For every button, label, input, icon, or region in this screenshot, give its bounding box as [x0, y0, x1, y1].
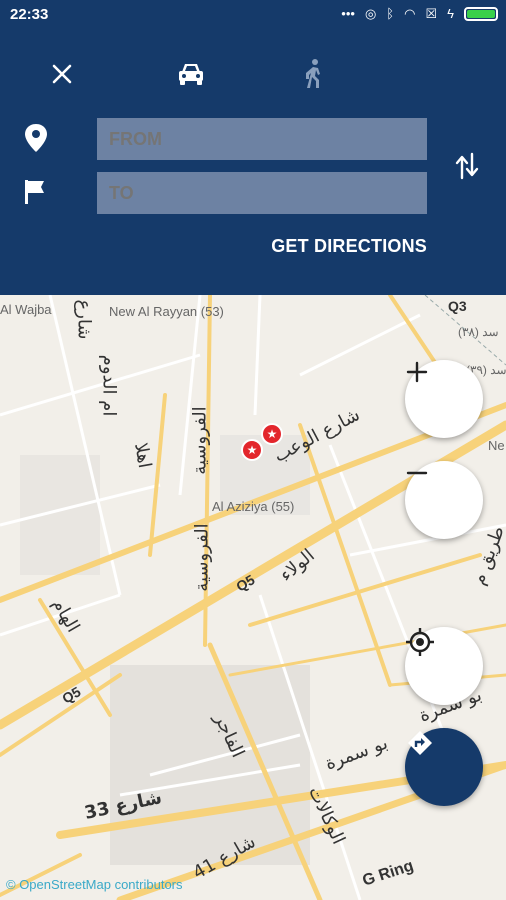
zoom-out-button[interactable]	[405, 461, 483, 539]
osm-attribution-link[interactable]: © OpenStreetMap contributors	[6, 877, 183, 892]
map-label: Q3	[448, 298, 467, 314]
status-time: 22:33	[10, 6, 49, 23]
map-label: شارع	[73, 299, 95, 340]
poi-marker[interactable]: ★	[241, 439, 263, 461]
close-button[interactable]	[42, 58, 82, 90]
car-mode-button[interactable]	[171, 58, 211, 90]
sync-icon: ◎	[364, 6, 377, 21]
close-icon	[52, 64, 72, 84]
poi-marker[interactable]: ★	[261, 423, 283, 445]
map-label: الفروسية	[191, 523, 213, 592]
directions-icon	[408, 731, 432, 755]
plus-icon	[406, 361, 428, 383]
my-location-button[interactable]	[405, 627, 483, 705]
locate-icon	[406, 628, 434, 656]
directions-header: GET DIRECTIONS	[0, 30, 506, 295]
map-view[interactable]: Al Wajba New Al Rayyan (53) Al Aziziya (…	[0, 295, 506, 900]
bluetooth-icon: ᛒ	[386, 6, 395, 21]
zoom-in-button[interactable]	[405, 360, 483, 438]
map-label: الفروسية	[189, 406, 211, 475]
star-icon: ★	[246, 443, 258, 457]
map-label: New Al Rayyan (53)	[109, 304, 224, 319]
wifi-icon: ◠	[404, 6, 416, 21]
map-label: Ne	[488, 438, 505, 453]
walk-mode-button[interactable]	[294, 58, 334, 90]
battery-icon	[464, 7, 498, 21]
map-label: اهلا	[130, 441, 156, 470]
star-icon: ★	[266, 427, 278, 441]
more-dots-icon: •••	[341, 6, 355, 21]
map-label: سد (٣٨)	[458, 325, 499, 339]
location-pin-icon	[22, 122, 50, 154]
map-label: Al Aziziya (55)	[212, 499, 295, 514]
status-bar: 22:33 ••• ◎ ᛒ ◠ ☒ ϟ	[0, 0, 506, 30]
walk-icon	[306, 59, 320, 88]
minus-icon	[406, 471, 428, 475]
directions-fab[interactable]	[405, 728, 483, 806]
from-input[interactable]	[97, 118, 427, 160]
get-directions-button[interactable]: GET DIRECTIONS	[271, 236, 427, 257]
status-icons: ••• ◎ ᛒ ◠ ☒ ϟ	[341, 6, 498, 22]
map-label: Al Wajba	[0, 302, 52, 317]
to-input[interactable]	[97, 172, 427, 214]
swap-button[interactable]	[452, 148, 482, 184]
sim-icon: ☒	[425, 6, 438, 21]
car-icon	[179, 64, 203, 85]
flag-icon	[22, 178, 50, 210]
charging-icon: ϟ	[447, 6, 454, 21]
swap-icon	[455, 152, 479, 180]
map-label: ام الدوم	[98, 354, 120, 417]
